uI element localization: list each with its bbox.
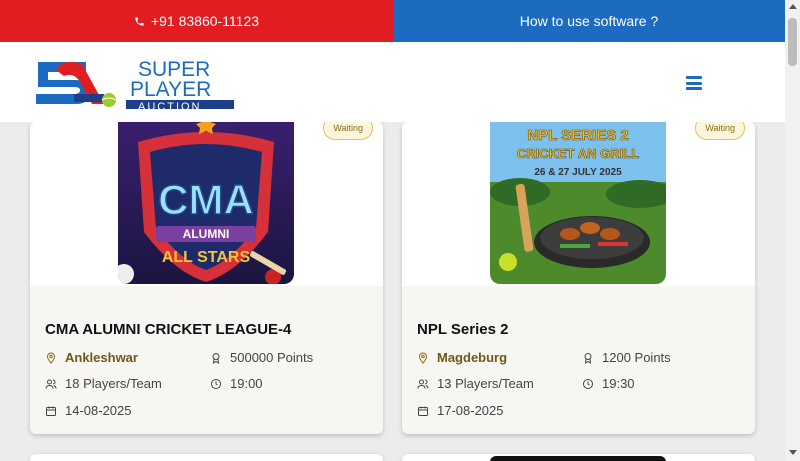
page-scrollbar[interactable]	[785, 0, 800, 461]
players-text: 13 Players/Team	[437, 376, 534, 391]
svg-text:ALL STARS: ALL STARS	[162, 249, 251, 266]
date-text: 17-08-2025	[437, 403, 504, 418]
event-image-area: CMA ALUMNI ALL STARS Waiting	[30, 122, 383, 286]
how-to-use-link[interactable]: How to use software ?	[393, 0, 785, 42]
event-points: 1200 Points	[582, 350, 671, 365]
svg-text:CMA: CMA	[158, 176, 254, 223]
scroll-down-arrow-icon[interactable]	[789, 450, 797, 455]
svg-text:26 & 27 JULY 2025: 26 & 27 JULY 2025	[534, 167, 622, 178]
event-location: Magdeburg	[417, 350, 507, 365]
event-time: 19:30	[582, 376, 635, 391]
time-text: 19:30	[602, 376, 635, 391]
svg-text:NPL SERIES 2: NPL SERIES 2	[527, 127, 628, 144]
event-card[interactable]	[402, 454, 755, 461]
svg-text:ALUMNI: ALUMNI	[183, 227, 230, 241]
clock-icon	[211, 378, 221, 389]
event-image-area: NPL SERIES 2 CRICKET AN GRILL 26 & 27 JU…	[402, 122, 755, 286]
event-logo-image: NPL SERIES 2 CRICKET AN GRILL 26 & 27 JU…	[490, 122, 666, 284]
logo-text-auction: AUCTION	[138, 101, 202, 109]
phone-icon	[135, 16, 144, 26]
users-icon	[45, 379, 57, 389]
location-text: Ankleshwar	[65, 350, 138, 365]
clock-icon	[583, 378, 593, 389]
calendar-icon	[418, 406, 428, 416]
event-players: 13 Players/Team	[417, 376, 534, 391]
location-text: Magdeburg	[437, 350, 508, 365]
event-title: NPL Series 2	[417, 321, 509, 338]
event-location: Ankleshwar	[45, 350, 138, 365]
super-player-auction-logo[interactable]: SUPER PLAYER AUCTION	[34, 54, 234, 113]
scrollbar-thumb[interactable]	[788, 18, 797, 66]
how-to-use-label: How to use software ?	[519, 13, 659, 29]
event-time: 19:00	[210, 376, 263, 391]
event-points: 500000 Points	[210, 350, 313, 365]
status-badge: Waiting	[323, 122, 373, 140]
points-text: 500000 Points	[230, 350, 314, 365]
event-card[interactable]: CMA ALUMNI ALL STARS Waiting CMA ALUMNI …	[30, 122, 383, 434]
event-players: 18 Players/Team	[45, 376, 162, 391]
date-text: 14-08-2025	[65, 403, 132, 418]
points-text: 1200 Points	[602, 350, 671, 365]
scroll-up-arrow-icon[interactable]	[789, 4, 797, 9]
event-logo-image: CMA ALUMNI ALL STARS	[118, 122, 294, 284]
phone-link[interactable]: +91 83860-11123	[0, 0, 393, 42]
status-badge: Waiting	[695, 122, 745, 140]
logo-text-player: PLAYER	[130, 78, 211, 101]
medal-icon	[584, 352, 592, 364]
event-card[interactable]	[30, 454, 383, 461]
svg-text:CRICKET AN GRILL: CRICKET AN GRILL	[517, 146, 639, 161]
event-card[interactable]: NPL SERIES 2 CRICKET AN GRILL 26 & 27 JU…	[402, 122, 755, 434]
site-header: SUPER PLAYER AUCTION	[0, 42, 785, 122]
time-text: 19:00	[230, 376, 263, 391]
event-date: 17-08-2025	[417, 403, 504, 418]
calendar-icon	[46, 406, 56, 416]
medal-icon	[212, 352, 220, 364]
hamburger-menu-icon[interactable]	[686, 76, 702, 90]
location-pin-icon	[46, 351, 56, 364]
phone-number: +91 83860-11123	[150, 13, 260, 29]
users-icon	[417, 379, 429, 389]
events-list: CMA ALUMNI ALL STARS Waiting CMA ALUMNI …	[0, 122, 785, 461]
top-bar: +91 83860-11123 How to use software ?	[0, 0, 785, 42]
event-date: 14-08-2025	[45, 403, 132, 418]
location-pin-icon	[418, 351, 428, 364]
players-text: 18 Players/Team	[65, 376, 162, 391]
event-logo-image	[490, 456, 666, 461]
event-title: CMA ALUMNI CRICKET LEAGUE-4	[45, 321, 292, 338]
